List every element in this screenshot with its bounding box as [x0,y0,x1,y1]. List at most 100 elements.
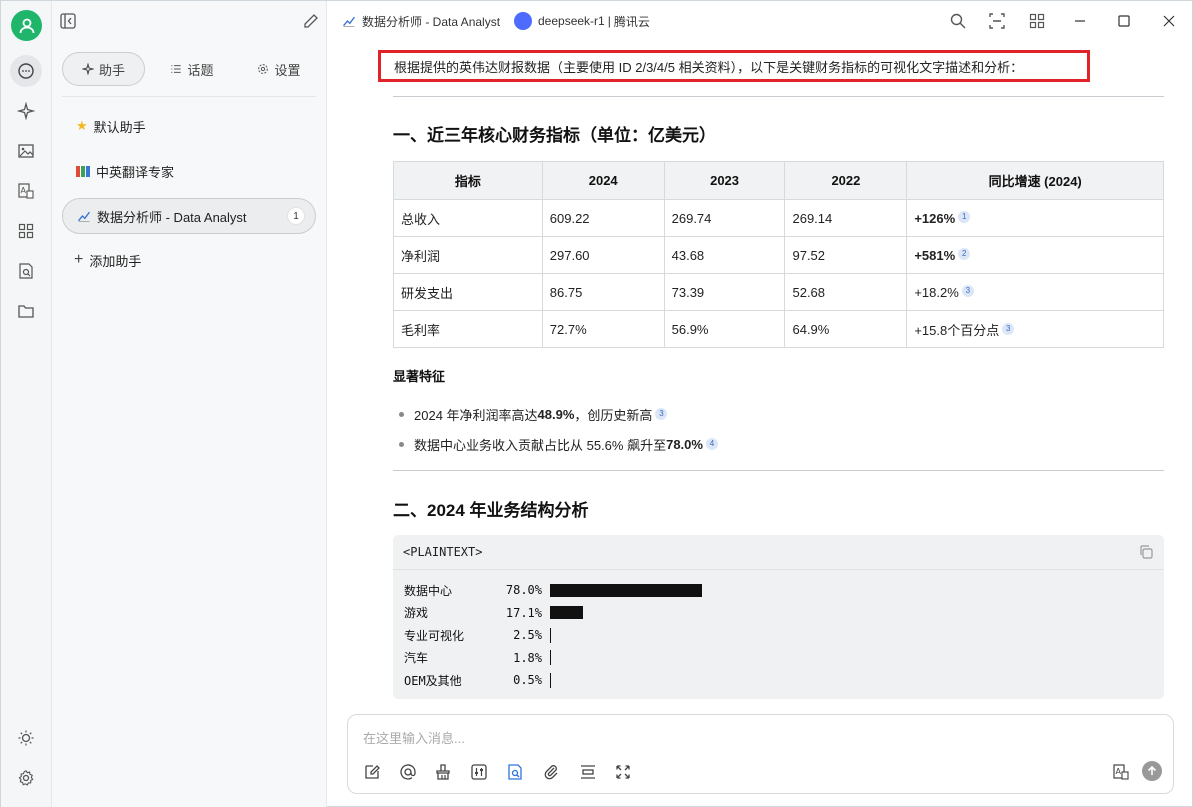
citation-badge[interactable]: 2 [958,247,971,260]
scan-icon[interactable] [988,12,1006,30]
assistant-item-default[interactable]: ★ 默认助手 [62,108,316,144]
translate-nav-button[interactable]: A [10,175,42,207]
code-line: 汽车 1.8% [404,647,702,670]
tab-settings[interactable]: 设置 [244,52,314,86]
star-icon: ★ [76,118,88,133]
gear-icon [18,770,34,786]
code-line-label: 数据中心 [404,583,453,598]
sidebar-tabs: 助手 话题 设置 [62,52,316,86]
code-line-bar [550,583,702,597]
expand-icon[interactable] [614,763,632,781]
apps-nav-button[interactable] [10,215,42,247]
model-separator: | [607,14,611,28]
theme-toggle-button[interactable] [10,722,42,754]
tab-topics-label: 话题 [187,62,214,78]
settings-nav-button[interactable] [10,762,42,794]
tab-settings-label: 设置 [274,62,301,78]
files-nav-button[interactable] [10,295,42,327]
knowledge-base-icon[interactable] [506,763,524,781]
message-input[interactable]: 在这里输入消息... [363,728,465,747]
mention-icon[interactable] [399,763,417,781]
tab-assistants-label: 助手 [98,62,125,78]
knowledge-nav-button[interactable] [10,255,42,287]
model-name: deepseek-r1 [538,14,605,28]
new-topic-icon[interactable] [363,763,381,781]
assistant-label: 中英翻译专家 [96,164,175,180]
paperclip-icon[interactable] [542,763,560,781]
metric-cell: 毛利率 [393,310,543,348]
chart-icon [78,211,91,222]
translate-icon: A [18,183,34,199]
code-line-percent: 1.8% [513,650,542,665]
metric-cell: 研发支出 [393,273,543,311]
avatar[interactable] [11,10,42,41]
send-button[interactable] [1142,761,1162,781]
add-assistant-label: 添加助手 [89,253,142,269]
code-line-bar [550,627,551,643]
assistant-item-translator[interactable]: 中英翻译专家 [62,153,316,189]
code-language: <PLAINTEXT> [403,545,483,559]
value-cell: 72.7% [541,310,665,348]
tab-topics[interactable]: 话题 [157,52,227,86]
bullet-bold: 78.0% [666,436,703,452]
copy-icon[interactable] [1138,544,1154,560]
code-line-percent: 17.1% [505,605,542,620]
add-assistant-button[interactable]: + 添加助手 [62,242,316,278]
citation-badge[interactable]: 3 [1002,322,1015,335]
maximize-icon[interactable] [1115,12,1133,30]
chat-nav-button[interactable] [10,55,42,87]
assistant-label: 默认助手 [93,119,146,135]
bullet-text: 数据中心业务收入贡献占比从 55.6% 飙升至 [414,437,667,453]
search-icon[interactable] [949,12,967,30]
chart-icon [343,16,356,27]
citation-badge[interactable]: 3 [655,408,668,420]
sliders-icon[interactable] [470,763,488,781]
citation-badge[interactable]: 1 [958,210,971,223]
table-header-row: 指标 2024 2023 2022 同比增速 (2024) [393,161,1164,200]
divider [62,96,316,97]
sparkle-icon [17,102,35,120]
table-row: 研发支出 86.75 73.39 52.68 +18.2% 3 [393,273,1164,311]
layout-icon[interactable] [1028,12,1046,30]
section2-heading: 二、2024 年业务结构分析 [393,501,589,520]
table-header-cell: 同比增速 (2024) [906,161,1164,200]
icon-rail: A [1,1,52,807]
gear-icon [258,64,269,74]
metric-cell: 净利润 [393,236,543,274]
financial-table: 指标 2024 2023 2022 同比增速 (2024) 总收入 609.22… [393,161,1164,348]
bullet-bold: 48.9% [537,406,575,422]
format-icon[interactable] [579,763,597,781]
edit-icon[interactable] [302,12,320,30]
code-body: 数据中心 78.0% 游戏 17.1% 专业可视化 2.5% 汽车 1.8% OEM及其他 0.5… [404,579,702,692]
table-row: 净利润 297.60 43.68 97.52 +581% 2 [393,236,1164,274]
sun-icon [18,730,34,746]
bullet-text: 2024 年净利润率高达 [414,407,538,423]
citation-badge[interactable]: 3 [961,284,974,297]
table-header-cell: 2023 [663,161,786,200]
bullet-dot [399,411,404,417]
growth-value: +18.2% [914,284,959,300]
image-icon [18,144,34,158]
growth-value: +581% [914,247,956,263]
grid-icon [18,223,34,239]
image-nav-button[interactable] [10,135,42,167]
sidebar-collapse-icon[interactable] [59,12,77,30]
citation-badge[interactable]: 4 [705,438,718,450]
table-row: 毛利率 72.7% 56.9% 64.9% +15.8个百分点 3 [393,310,1164,348]
minimize-icon[interactable] [1071,12,1089,30]
list-item: 数据中心业务收入贡献占比从 55.6% 飙升至 78.0% 4 [399,429,718,459]
value-cell: 86.75 [541,273,665,311]
tab-assistants[interactable]: 助手 [62,52,145,86]
value-cell: 269.14 [784,199,908,237]
code-line: 专业可视化 2.5% [404,624,702,647]
broom-icon[interactable] [434,763,452,781]
close-icon[interactable] [1160,12,1178,30]
svg-text:A: A [21,186,27,195]
assistant-item-data-analyst[interactable]: 数据分析师 - Data Analyst 1 [62,198,316,234]
translate-icon[interactable]: A [1112,763,1130,781]
model-selector[interactable]: deepseek-r1 | 腾讯云 [514,1,650,41]
metric-cell: 总收入 [393,199,543,237]
code-line-label: 游戏 [404,606,429,621]
agents-nav-button[interactable] [10,95,42,127]
document-search-icon [19,263,33,279]
